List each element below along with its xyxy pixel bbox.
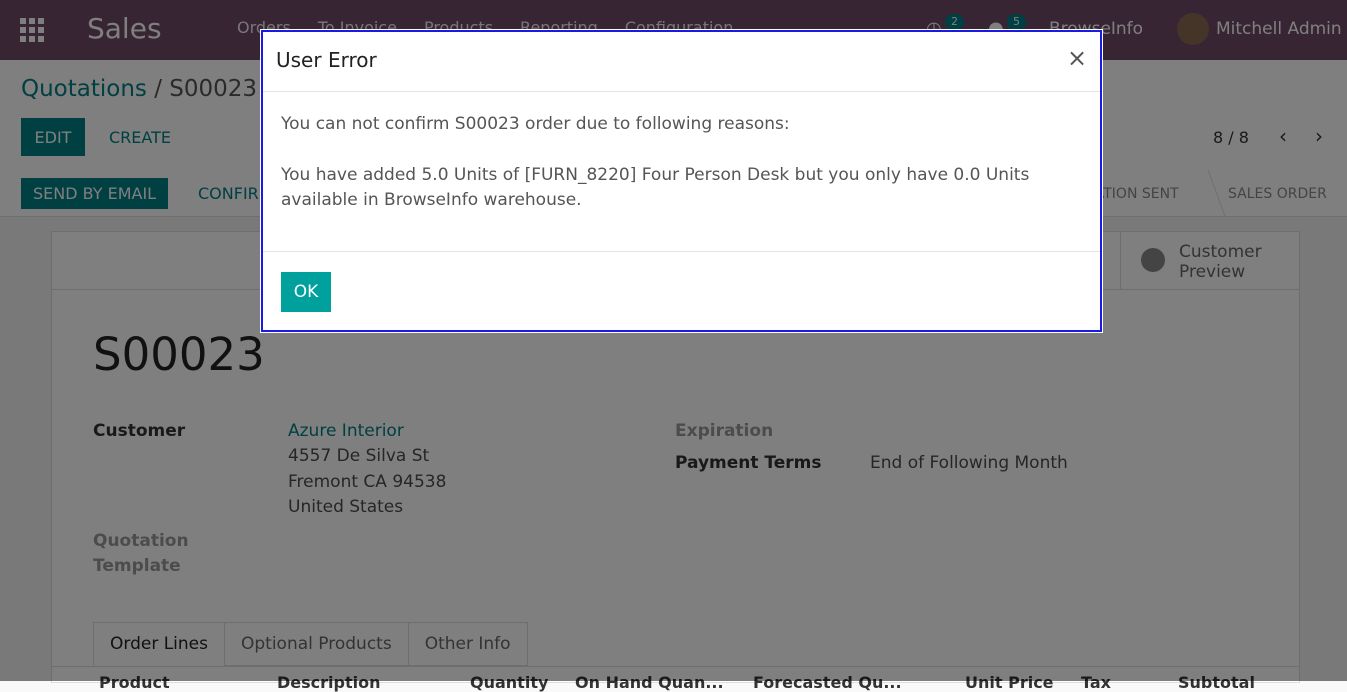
dialog-title: User Error xyxy=(276,48,377,72)
ok-button[interactable]: OK xyxy=(281,272,331,312)
dialog-message-detail: You have added 5.0 Units of [FURN_8220] … xyxy=(281,165,1030,210)
dialog-message: You can not confirm S00023 order due to … xyxy=(281,114,790,134)
dialog-body: You can not confirm S00023 order due to … xyxy=(281,112,1071,239)
close-icon[interactable]: × xyxy=(1067,44,1087,72)
dialog-header-divider xyxy=(263,91,1100,92)
dialog-footer-divider xyxy=(263,251,1100,252)
user-error-dialog: User Error × You can not confirm S00023 … xyxy=(260,29,1103,333)
